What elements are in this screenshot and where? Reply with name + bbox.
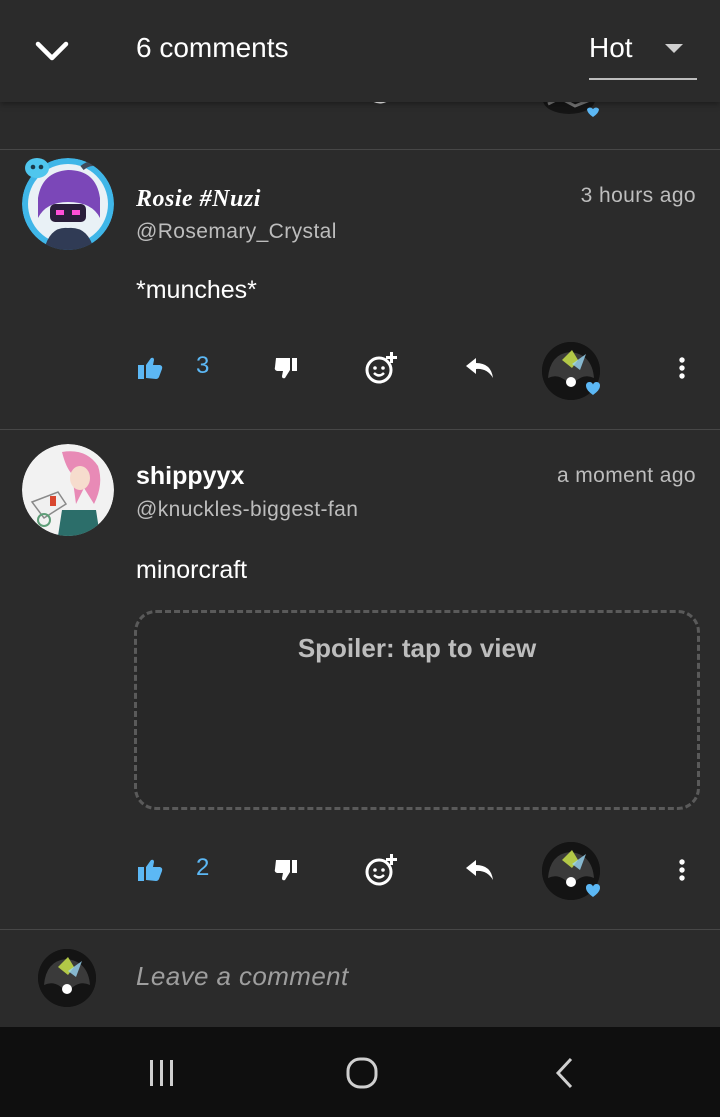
- reply-icon[interactable]: [464, 840, 496, 900]
- add-reaction-icon[interactable]: [364, 840, 398, 900]
- comment-item: Rosie #Nuzi @Rosemary_Crystal 3 hours ag…: [0, 150, 720, 429]
- comment-author-name[interactable]: shippyyx: [136, 462, 244, 491]
- partial-actions-icon: [373, 102, 599, 117]
- thumbs-up-icon[interactable]: [136, 840, 164, 900]
- comments-header: 6 comments Hot: [0, 0, 720, 102]
- chevron-down-icon[interactable]: [32, 32, 72, 72]
- reply-icon[interactable]: [464, 338, 496, 398]
- user-avatar: [38, 949, 96, 1007]
- more-options-icon[interactable]: [672, 840, 692, 900]
- comment-timestamp: a moment ago: [556, 464, 696, 487]
- sort-label: Hot: [589, 32, 633, 63]
- comment-author-handle[interactable]: @knuckles-biggest-fan: [136, 498, 358, 522]
- avatar-badge-icon: [24, 156, 50, 185]
- comment-author-handle[interactable]: @Rosemary_Crystal: [136, 220, 337, 244]
- comment-actions: 2: [0, 840, 720, 900]
- previous-comment-peek: [0, 102, 720, 149]
- page-title: 6 comments: [136, 32, 289, 63]
- spoiler-label: Spoiler: tap to view: [297, 633, 537, 663]
- recent-apps-icon[interactable]: [142, 1055, 182, 1091]
- comment-actions: 3: [0, 338, 720, 400]
- thumbs-down-icon[interactable]: [272, 840, 300, 900]
- comment-author-name[interactable]: Rosie #Nuzi: [136, 186, 261, 213]
- comment-item: shippyyx @knuckles-biggest-fan a moment …: [0, 430, 720, 929]
- system-navigation-bar: [0, 1027, 720, 1117]
- thumbs-up-icon[interactable]: [136, 338, 164, 398]
- thumbs-down-icon[interactable]: [272, 338, 300, 398]
- heart-icon: [586, 382, 600, 396]
- comment-input[interactable]: Leave a comment: [136, 961, 349, 992]
- comment-body: minorcraft: [136, 556, 248, 584]
- like-count: 3: [196, 352, 210, 379]
- avatar[interactable]: [22, 444, 114, 536]
- home-icon[interactable]: [342, 1055, 382, 1091]
- heart-icon: [586, 884, 600, 898]
- add-reaction-icon[interactable]: [364, 338, 398, 398]
- comment-body: *munches*: [136, 276, 257, 304]
- spoiler-box[interactable]: Spoiler: tap to view: [134, 610, 700, 810]
- divider: [0, 929, 720, 930]
- back-icon[interactable]: [545, 1055, 585, 1091]
- comment-compose-bar[interactable]: Leave a comment: [0, 931, 720, 1027]
- sort-dropdown[interactable]: Hot: [589, 30, 697, 80]
- caret-down-icon: [665, 44, 683, 53]
- more-options-icon[interactable]: [672, 338, 692, 398]
- comment-timestamp: 3 hours ago: [580, 184, 696, 207]
- like-count: 2: [196, 854, 210, 881]
